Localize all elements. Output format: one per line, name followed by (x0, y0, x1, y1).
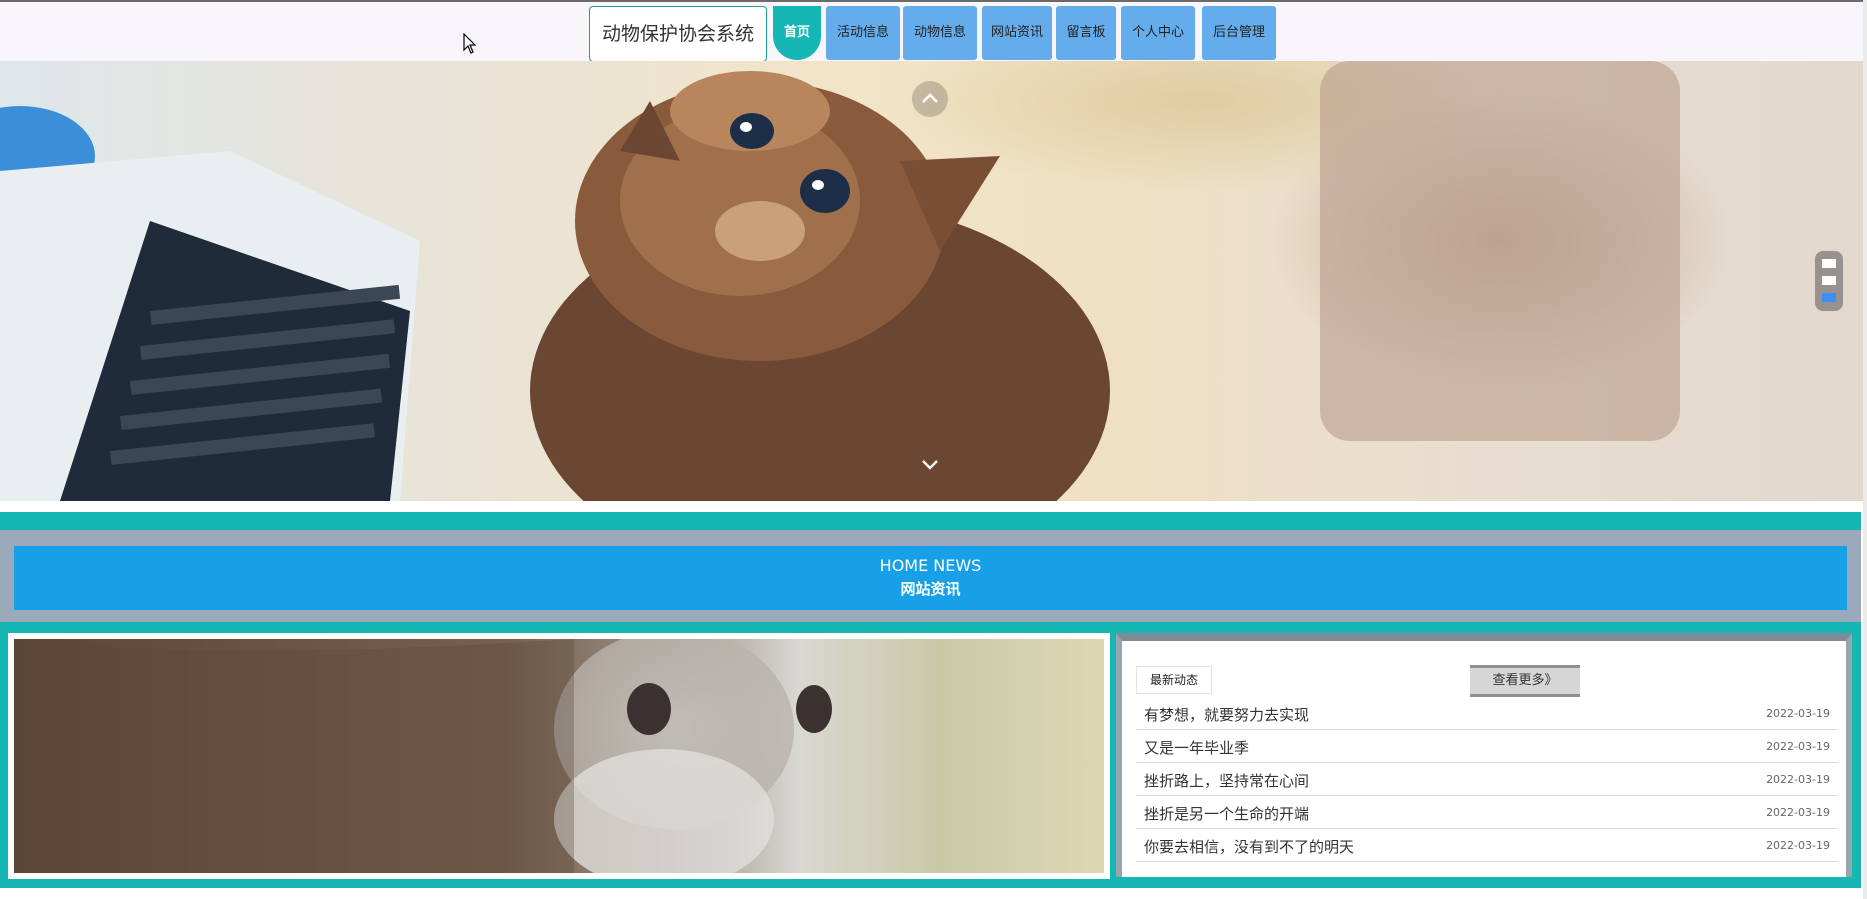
news-item-date: 2022-03-19 (1766, 839, 1830, 852)
news-list-item[interactable]: 又是一年毕业季 2022-03-19 (1136, 730, 1838, 763)
chevron-down-icon (922, 460, 938, 470)
news-list-item[interactable]: 挫折是另一个生命的开端 2022-03-19 (1136, 796, 1838, 829)
top-navigation-bar: 动物保护协会系统 首页 活动信息 动物信息 网站资讯 留言板 个人中心 后台管理 (0, 0, 1867, 62)
news-title-chinese: 网站资讯 (900, 580, 961, 598)
news-title-english: HOME NEWS (879, 556, 982, 575)
news-item-title[interactable]: 挫折路上，坚持常在心间 (1144, 770, 1309, 791)
news-item-date: 2022-03-19 (1766, 806, 1830, 819)
news-item-title[interactable]: 又是一年毕业季 (1144, 737, 1249, 758)
latest-news-panel: 最新动态 查看更多》 有梦想，就要努力去实现 2022-03-19 又是一年毕业… (1116, 633, 1852, 877)
news-item-date: 2022-03-19 (1766, 773, 1830, 786)
view-more-button[interactable]: 查看更多》 (1470, 665, 1580, 697)
carousel-indicators (1815, 251, 1843, 311)
nav-message-board[interactable]: 留言板 (1056, 6, 1116, 60)
news-content-area: 最新动态 查看更多》 有梦想，就要努力去实现 2022-03-19 又是一年毕业… (0, 622, 1861, 888)
nav-activities[interactable]: 活动信息 (826, 6, 900, 60)
nav-admin[interactable]: 后台管理 (1202, 6, 1276, 60)
nav-personal-center[interactable]: 个人中心 (1121, 6, 1195, 60)
carousel-dot-2[interactable] (1822, 276, 1836, 285)
news-item-title[interactable]: 有梦想，就要努力去实现 (1144, 704, 1309, 725)
news-feature-image[interactable] (8, 633, 1110, 879)
boar-photo (14, 639, 832, 873)
carousel-next-button[interactable] (912, 446, 948, 482)
news-list-item[interactable]: 你要去相信，没有到不了的明天 2022-03-19 (1136, 829, 1838, 862)
latest-news-tab[interactable]: 最新动态 (1136, 666, 1212, 694)
news-item-date: 2022-03-19 (1766, 707, 1830, 720)
site-title[interactable]: 动物保护协会系统 (589, 6, 767, 62)
hero-carousel (0, 61, 1863, 501)
nav-site-news[interactable]: 网站资讯 (982, 6, 1052, 60)
news-item-title[interactable]: 挫折是另一个生命的开端 (1144, 803, 1309, 824)
news-item-date: 2022-03-19 (1766, 740, 1830, 753)
section-divider (0, 512, 1861, 530)
news-list-item[interactable]: 有梦想，就要努力去实现 2022-03-19 (1136, 697, 1838, 730)
carousel-dot-1[interactable] (1822, 259, 1836, 268)
news-list-item[interactable]: 挫折路上，坚持常在心间 2022-03-19 (1136, 763, 1838, 796)
carousel-dot-3[interactable] (1822, 293, 1836, 302)
page-scrollbar[interactable] (1863, 0, 1867, 899)
nav-animals[interactable]: 动物信息 (903, 6, 977, 60)
mouse-cursor-icon (463, 33, 477, 54)
news-item-title[interactable]: 你要去相信，没有到不了的明天 (1144, 836, 1354, 857)
carousel-prev-button[interactable] (912, 81, 948, 117)
hero-kitten-image (0, 61, 1680, 501)
nav-home[interactable]: 首页 (773, 6, 821, 60)
chevron-up-icon (922, 93, 938, 103)
news-section-header: HOME NEWS 网站资讯 (14, 546, 1847, 610)
